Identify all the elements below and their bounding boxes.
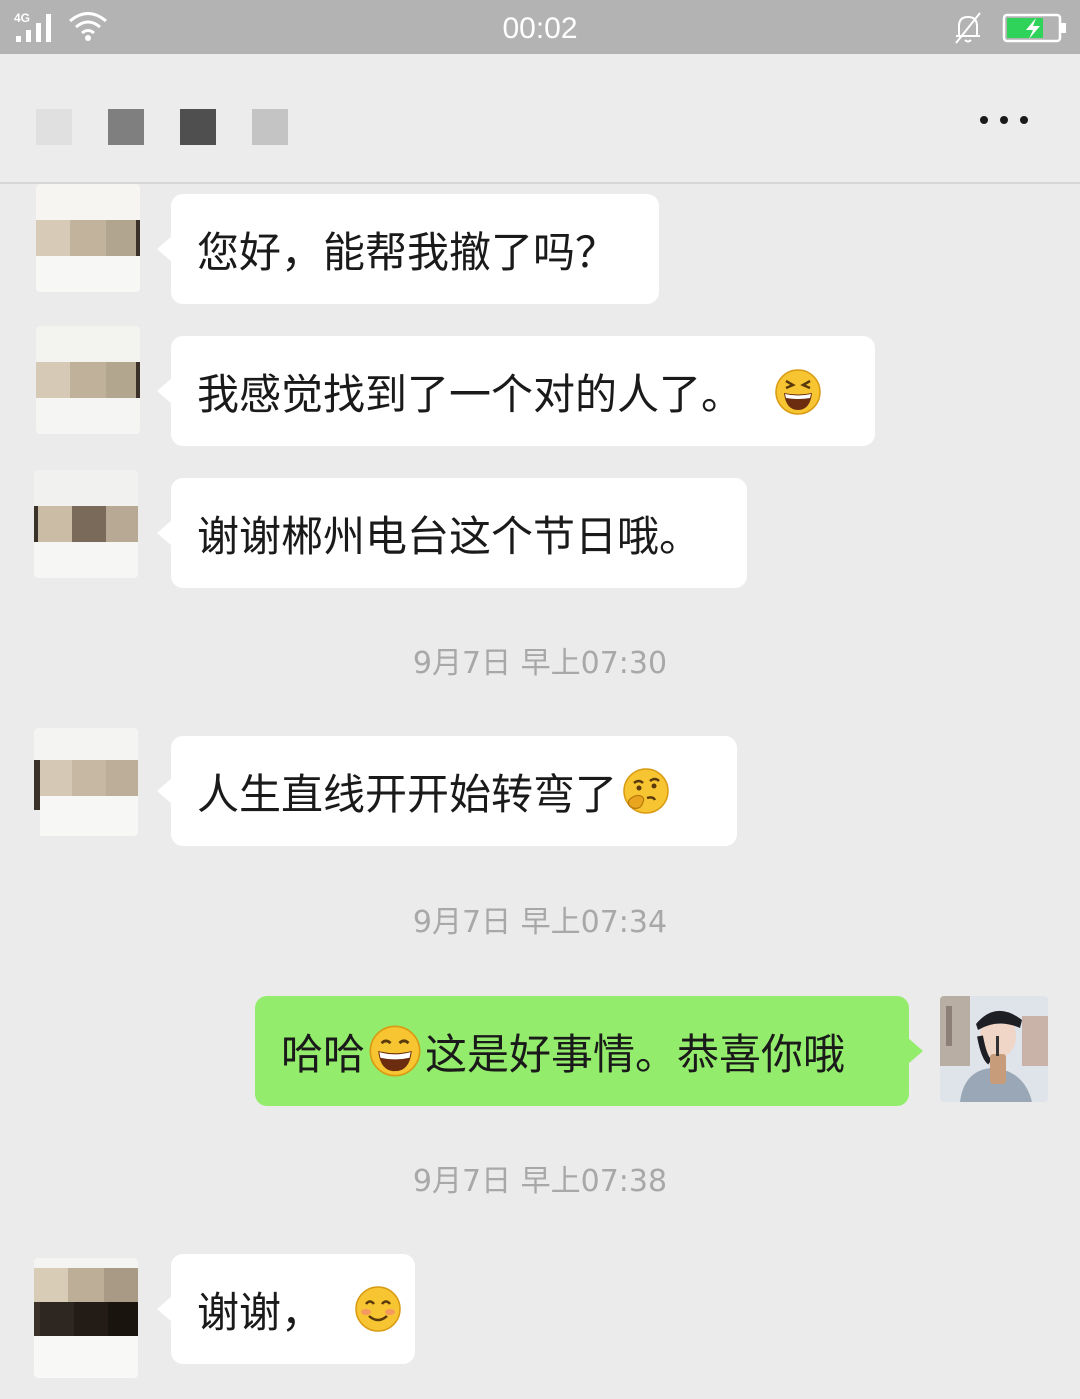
chat-header: [0, 54, 1080, 184]
received-message-bubble[interactable]: 谢谢郴州电台这个节日哦。: [157, 478, 747, 588]
user-profile-photo: [940, 996, 1048, 1102]
more-dots-icon: [980, 116, 988, 124]
more-options-button[interactable]: [972, 104, 1036, 136]
received-message-bubble[interactable]: 谢谢，: [157, 1254, 415, 1364]
contact-avatar[interactable]: [36, 184, 140, 292]
laughing-emoji-icon: [369, 1025, 421, 1077]
battery-charging-icon: [1002, 13, 1066, 43]
message-timestamp: 9月7日 早上07:38: [412, 1164, 668, 1199]
thinking-emoji-icon: [623, 768, 669, 814]
message-text: 您好，能帮我撤了吗？: [197, 227, 618, 277]
message-text: 这是好事情。恭喜你哦: [425, 1029, 846, 1079]
message-text: 哈哈: [281, 1029, 366, 1079]
received-message-bubble[interactable]: 您好，能帮我撤了吗？: [157, 194, 659, 304]
message-timestamp: 9月7日 早上07:30: [412, 646, 668, 681]
contact-avatar[interactable]: [34, 728, 138, 836]
message-timestamp: 9月7日 早上07:34: [412, 905, 668, 940]
status-time: 00:02: [502, 12, 578, 45]
sent-message-bubble[interactable]: 哈哈 这是好事情。恭喜你哦: [255, 996, 923, 1106]
received-message-bubble[interactable]: 我感觉找到了一个对的人了。: [157, 336, 875, 446]
grinning-emoji-icon: [775, 369, 821, 415]
contact-avatar[interactable]: [34, 1258, 138, 1378]
message-text: 我感觉找到了一个对的人了。: [197, 369, 744, 419]
chat-title-redacted: [36, 109, 296, 145]
received-message-bubble[interactable]: 人生直线开开始转弯了: [157, 736, 737, 846]
contact-avatar[interactable]: [34, 470, 138, 578]
smiling-emoji-icon: [355, 1286, 401, 1332]
contact-avatar[interactable]: [36, 326, 140, 434]
message-text: 谢谢郴州电台这个节日哦。: [197, 511, 702, 561]
message-text: 谢谢，: [197, 1287, 324, 1337]
bell-muted-icon: [955, 12, 981, 44]
message-text: 人生直线开开始转弯了: [197, 769, 618, 819]
status-bar: 4G 00:02: [0, 0, 1080, 54]
my-avatar[interactable]: [940, 996, 1048, 1102]
